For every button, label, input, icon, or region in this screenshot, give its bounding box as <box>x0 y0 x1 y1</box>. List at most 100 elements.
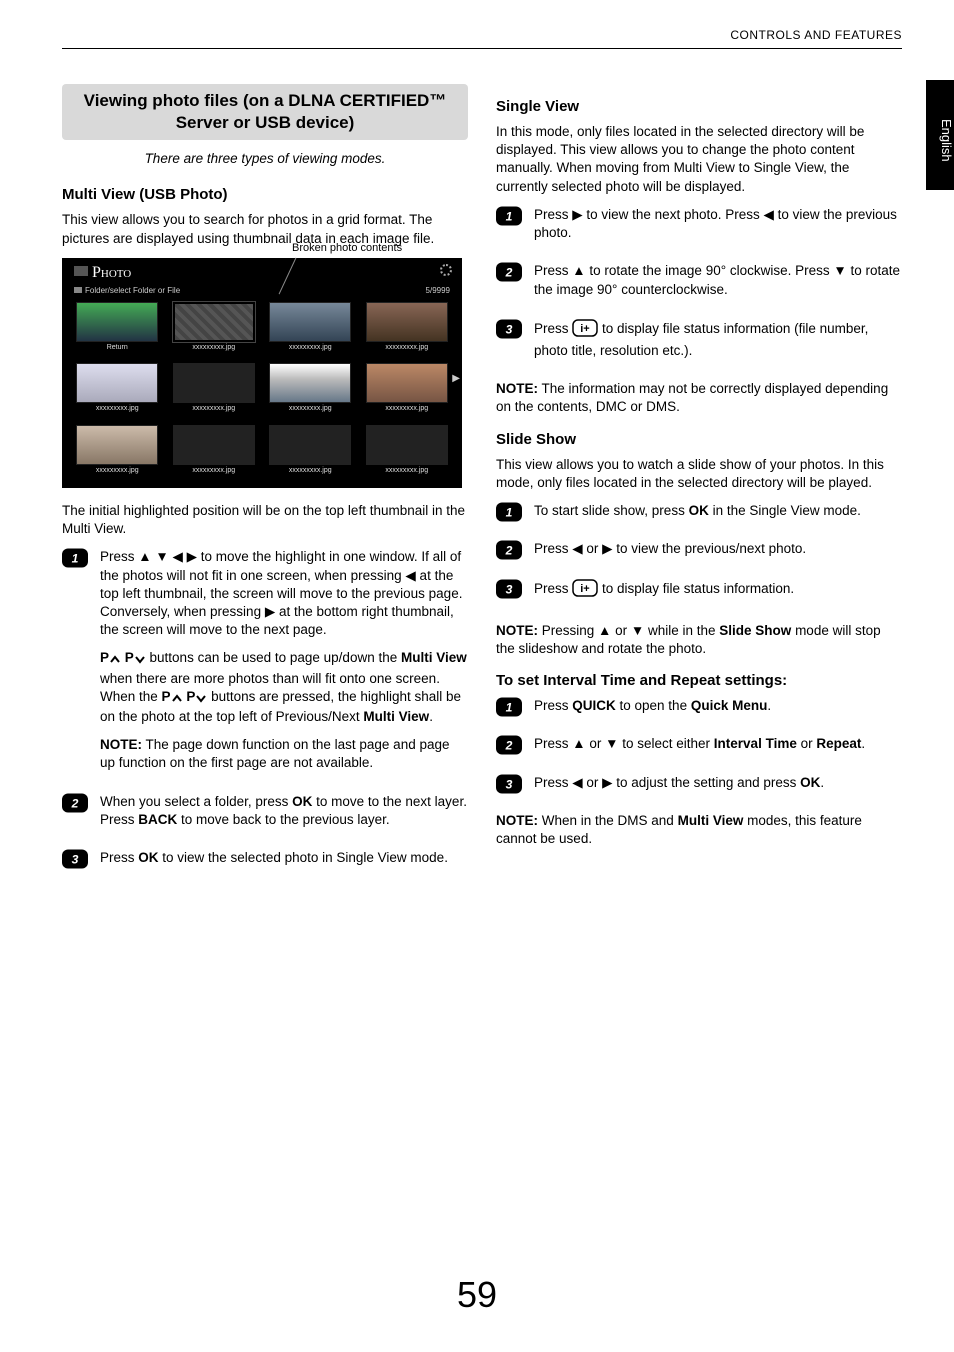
thumbnail <box>173 363 255 403</box>
step-number-1-icon: 1 <box>496 206 522 252</box>
note-text: The information may not be correctly dis… <box>496 381 888 414</box>
up-caret-icon <box>109 651 121 669</box>
thumbnail <box>76 302 158 342</box>
info-plus-icon: i+ <box>572 319 598 342</box>
thumb-cell: xxxxxxxxx.jpg <box>265 302 356 359</box>
text: to view the selected photo in Single Vie… <box>159 850 448 865</box>
text: Press <box>100 850 138 865</box>
thumb-cell: xxxxxxxxx.jpg <box>169 425 260 482</box>
text: buttons can be used to page up/down the <box>146 650 401 665</box>
svg-text:2: 2 <box>71 796 79 810</box>
thumbnail <box>366 363 448 403</box>
it2-text: Press ▲ or ▼ to select either Interval T… <box>534 735 902 753</box>
it-step-1-body: Press QUICK to open the Quick Menu. <box>534 697 902 725</box>
multi-view-bold: Multi View <box>401 650 467 665</box>
broken-content-label: Broken photo contents <box>292 242 402 254</box>
svg-text:3: 3 <box>506 777 513 791</box>
heading-slide-show: Slide Show <box>496 431 902 448</box>
p-label: P <box>100 650 109 665</box>
text: Press ◀ or ▶ to adjust the setting and p… <box>534 775 800 790</box>
quick-label: QUICK <box>572 698 616 713</box>
photo-grid-wrapper: Broken photo contents Photo Folder/selec… <box>62 258 468 488</box>
ss3-text: Press i+ to display file status informat… <box>534 579 902 602</box>
thumb-cell: xxxxxxxxx.jpg <box>362 302 453 359</box>
thumb-cell: xxxxxxxxx.jpg <box>72 363 163 420</box>
it-step-3: 3 Press ◀ or ▶ to adjust the setting and… <box>496 774 902 802</box>
ok-label: OK <box>689 503 709 518</box>
svg-text:1: 1 <box>506 700 513 714</box>
sv-step-3: 3 Press i+ to display file status inform… <box>496 319 902 370</box>
note-label: NOTE: <box>496 381 538 396</box>
quick-menu-label: Quick Menu <box>691 698 768 713</box>
text: to display file status information. <box>598 581 794 596</box>
section-title: Viewing photo files (on a DLNA CERTIFIED… <box>72 90 458 134</box>
text: Press <box>534 581 572 596</box>
svg-text:2: 2 <box>505 266 513 280</box>
svg-text:3: 3 <box>506 582 513 596</box>
svg-text:3: 3 <box>72 852 79 866</box>
note-text: When in the DMS and <box>538 813 678 828</box>
step-number-2-icon: 2 <box>62 793 88 839</box>
step-number-3-icon: 3 <box>62 849 88 877</box>
content-columns: Viewing photo files (on a DLNA CERTIFIED… <box>62 84 902 887</box>
language-tab: English <box>926 80 954 190</box>
step-number-2-icon: 2 <box>496 540 522 568</box>
step-3-text: Press OK to view the selected photo in S… <box>100 849 468 867</box>
page: CONTROLS AND FEATURES English Viewing ph… <box>0 0 954 1352</box>
step-2: 2 When you select a folder, press OK to … <box>62 793 468 839</box>
heading-multi-view: Multi View (USB Photo) <box>62 186 468 203</box>
step-number-3-icon: 3 <box>496 774 522 802</box>
mock-title: Photo <box>74 264 131 282</box>
back-label: BACK <box>138 812 177 827</box>
step-1: 1 Press ▲ ▼ ◀ ▶ to move the highlight in… <box>62 548 468 782</box>
header-section: CONTROLS AND FEATURES <box>730 28 902 42</box>
page-number: 59 <box>0 1274 954 1316</box>
text: . <box>767 698 771 713</box>
thumb-cell: xxxxxxxxx.jpg <box>72 425 163 482</box>
intro-text: There are three types of viewing modes. <box>62 150 468 168</box>
interval-time-label: Interval Time <box>714 736 797 751</box>
thumbnail <box>269 363 351 403</box>
step-number-3-icon: 3 <box>496 579 522 612</box>
step-1-body: Press ▲ ▼ ◀ ▶ to move the highlight in o… <box>100 548 468 782</box>
thumb-caption: xxxxxxxxx.jpg <box>385 344 428 351</box>
p-label: P <box>183 689 196 704</box>
svg-text:1: 1 <box>506 209 513 223</box>
svg-text:2: 2 <box>505 739 513 753</box>
thumbnail <box>76 363 158 403</box>
step-number-1-icon: 1 <box>496 697 522 725</box>
sv-step-3-body: Press i+ to display file status informat… <box>534 319 902 370</box>
step-1-note: NOTE: The page down function on the last… <box>100 736 468 772</box>
heading-single-view: Single View <box>496 98 902 115</box>
folder-icon <box>74 287 82 293</box>
svg-text:3: 3 <box>506 322 513 336</box>
svg-text:1: 1 <box>506 505 513 519</box>
ss-step-2-body: Press ◀ or ▶ to view the previous/next p… <box>534 540 902 568</box>
sv-note: NOTE: The information may not be correct… <box>496 380 902 416</box>
note-text: Pressing ▲ or ▼ while in the <box>538 623 719 638</box>
note-label: NOTE: <box>496 813 538 828</box>
thumbnail <box>366 425 448 465</box>
ok-label: OK <box>800 775 820 790</box>
text: To start slide show, press <box>534 503 689 518</box>
after-mock-text: The initial highlighted position will be… <box>62 502 468 538</box>
thumbnail <box>173 425 255 465</box>
sv3-text: Press i+ to display file status informat… <box>534 319 902 360</box>
thumb-cell: xxxxxxxxx.jpg <box>169 363 260 420</box>
multi-view-bold: Multi View <box>678 813 744 828</box>
right-column: Single View In this mode, only files loc… <box>496 84 902 887</box>
note-label: NOTE: <box>496 623 538 638</box>
ss-step-3-body: Press i+ to display file status informat… <box>534 579 902 612</box>
thumbnail <box>269 425 351 465</box>
mock-subbar: Folder/select Folder or File 5/9999 <box>74 286 450 295</box>
text: Press <box>534 698 572 713</box>
thumbnail-grid: Return xxxxxxxxx.jpg xxxxxxxxx.jpg xxxxx… <box>72 302 452 482</box>
step-2-body: When you select a folder, press OK to mo… <box>100 793 468 839</box>
multi-view-bold: Multi View <box>363 709 429 724</box>
up-caret-icon <box>171 690 183 708</box>
step-number-1-icon: 1 <box>496 502 522 530</box>
header-rule <box>62 48 902 49</box>
sv1-text: Press ▶ to view the next photo. Press ◀ … <box>534 206 902 242</box>
ss2-text: Press ◀ or ▶ to view the previous/next p… <box>534 540 902 558</box>
note-label: NOTE: <box>100 737 142 752</box>
